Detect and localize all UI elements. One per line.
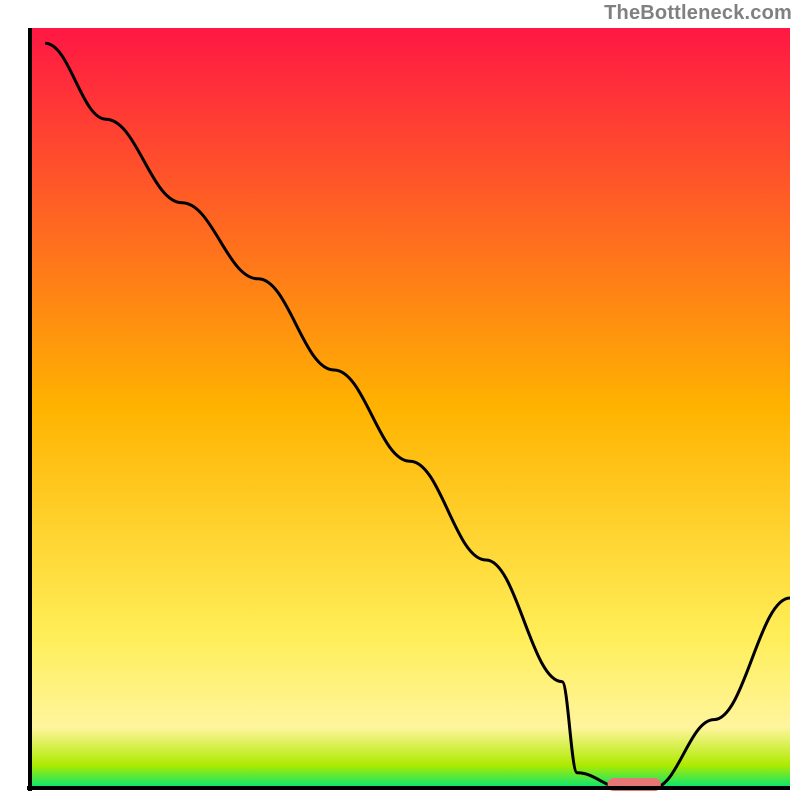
gradient-background [30,28,790,788]
chart-canvas: TheBottleneck.com [0,0,800,800]
chart-svg [0,0,800,800]
